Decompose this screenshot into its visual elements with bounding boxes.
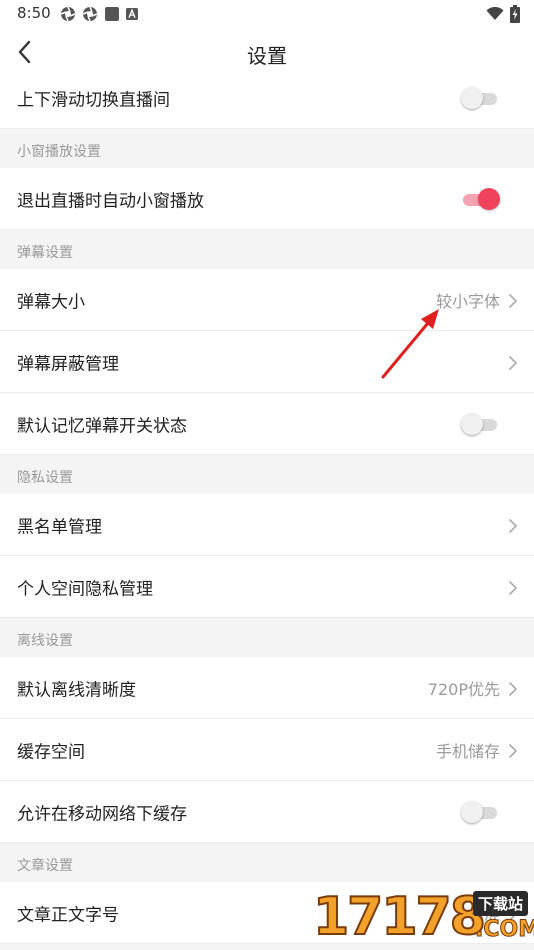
chevron-right-icon [508,743,518,758]
row-value: 手机储存 [435,741,500,761]
settings-row[interactable]: 个人空间隐私管理 [0,556,534,618]
status-time: 8:50 [17,4,51,22]
row-value: 720P优先 [427,679,500,699]
aperture-icon [60,6,76,22]
status-bar: 8:50 [0,0,534,28]
row-label: 退出直播时自动小窗播放 [17,191,204,211]
wifi-icon [486,7,504,20]
row-label: 缓存空间 [17,742,85,762]
row-value: 标准 [467,904,500,924]
settings-row[interactable]: 默认离线清晰度 720P优先 [0,657,534,719]
toggle-knob [461,800,483,823]
chevron-right-icon [508,518,518,533]
toggle-knob [461,86,483,109]
toggle-switch[interactable] [461,187,500,211]
chevron-right-icon [508,580,518,595]
settings-row[interactable]: 缓存空间 手机储存 [0,719,534,781]
section-label: 小窗播放设置 [17,144,101,160]
toggle-switch[interactable] [461,800,499,824]
settings-list: 上下滑动切换直播间 小窗播放设置 退出直播时自动小窗播放 弹幕设置 弹幕大小 较小字体 弹幕… [0,67,534,944]
square-app-icon [105,7,119,21]
toggle-knob [461,412,483,435]
settings-row: 默认记忆弹幕开关状态 [0,393,534,455]
section-header: 文章设置 [0,843,534,882]
row-label: 默认离线清晰度 [17,680,136,700]
settings-row: 退出直播时自动小窗播放 [0,168,534,230]
row-label: 弹幕屏蔽管理 [17,354,119,374]
chevron-right-icon [508,681,518,696]
row-label: 个人空间隐私管理 [17,579,153,599]
section-label: 文章设置 [17,858,73,874]
toggle-switch[interactable] [461,412,499,436]
battery-charging-icon [510,5,520,23]
row-label: 黑名单管理 [17,517,102,537]
settings-row[interactable]: 文章正文字号 标准 [0,882,534,944]
row-label: 允许在移动网络下缓存 [17,804,187,824]
toggle-knob [478,187,500,210]
section-header: 隐私设置 [0,455,534,494]
row-label: 弹幕大小 [17,292,85,312]
status-left-icons [60,6,138,22]
page-title: 设置 [247,44,287,68]
section-header: 小窗播放设置 [0,129,534,168]
section-header: 离线设置 [0,618,534,657]
chevron-right-icon [508,293,518,308]
settings-row: 上下滑动切换直播间 [0,67,534,129]
toggle-switch[interactable] [461,86,499,110]
section-label: 弹幕设置 [17,245,73,261]
row-label: 上下滑动切换直播间 [17,90,170,110]
settings-row: 允许在移动网络下缓存 [0,781,534,843]
row-value: 较小字体 [435,291,500,311]
chevron-right-icon [508,355,518,370]
section-label: 离线设置 [17,633,73,649]
settings-row[interactable]: 弹幕大小 较小字体 [0,269,534,331]
aperture-icon [82,6,98,22]
row-label: 文章正文字号 [17,905,119,925]
status-right-icons [486,5,520,23]
section-header: 弹幕设置 [0,230,534,269]
section-label: 隐私设置 [17,470,73,486]
settings-row[interactable]: 黑名单管理 [0,494,534,556]
row-label: 默认记忆弹幕开关状态 [17,416,187,436]
a-badge-icon [126,8,138,20]
settings-row[interactable]: 弹幕屏蔽管理 [0,331,534,393]
chevron-right-icon [508,906,518,921]
